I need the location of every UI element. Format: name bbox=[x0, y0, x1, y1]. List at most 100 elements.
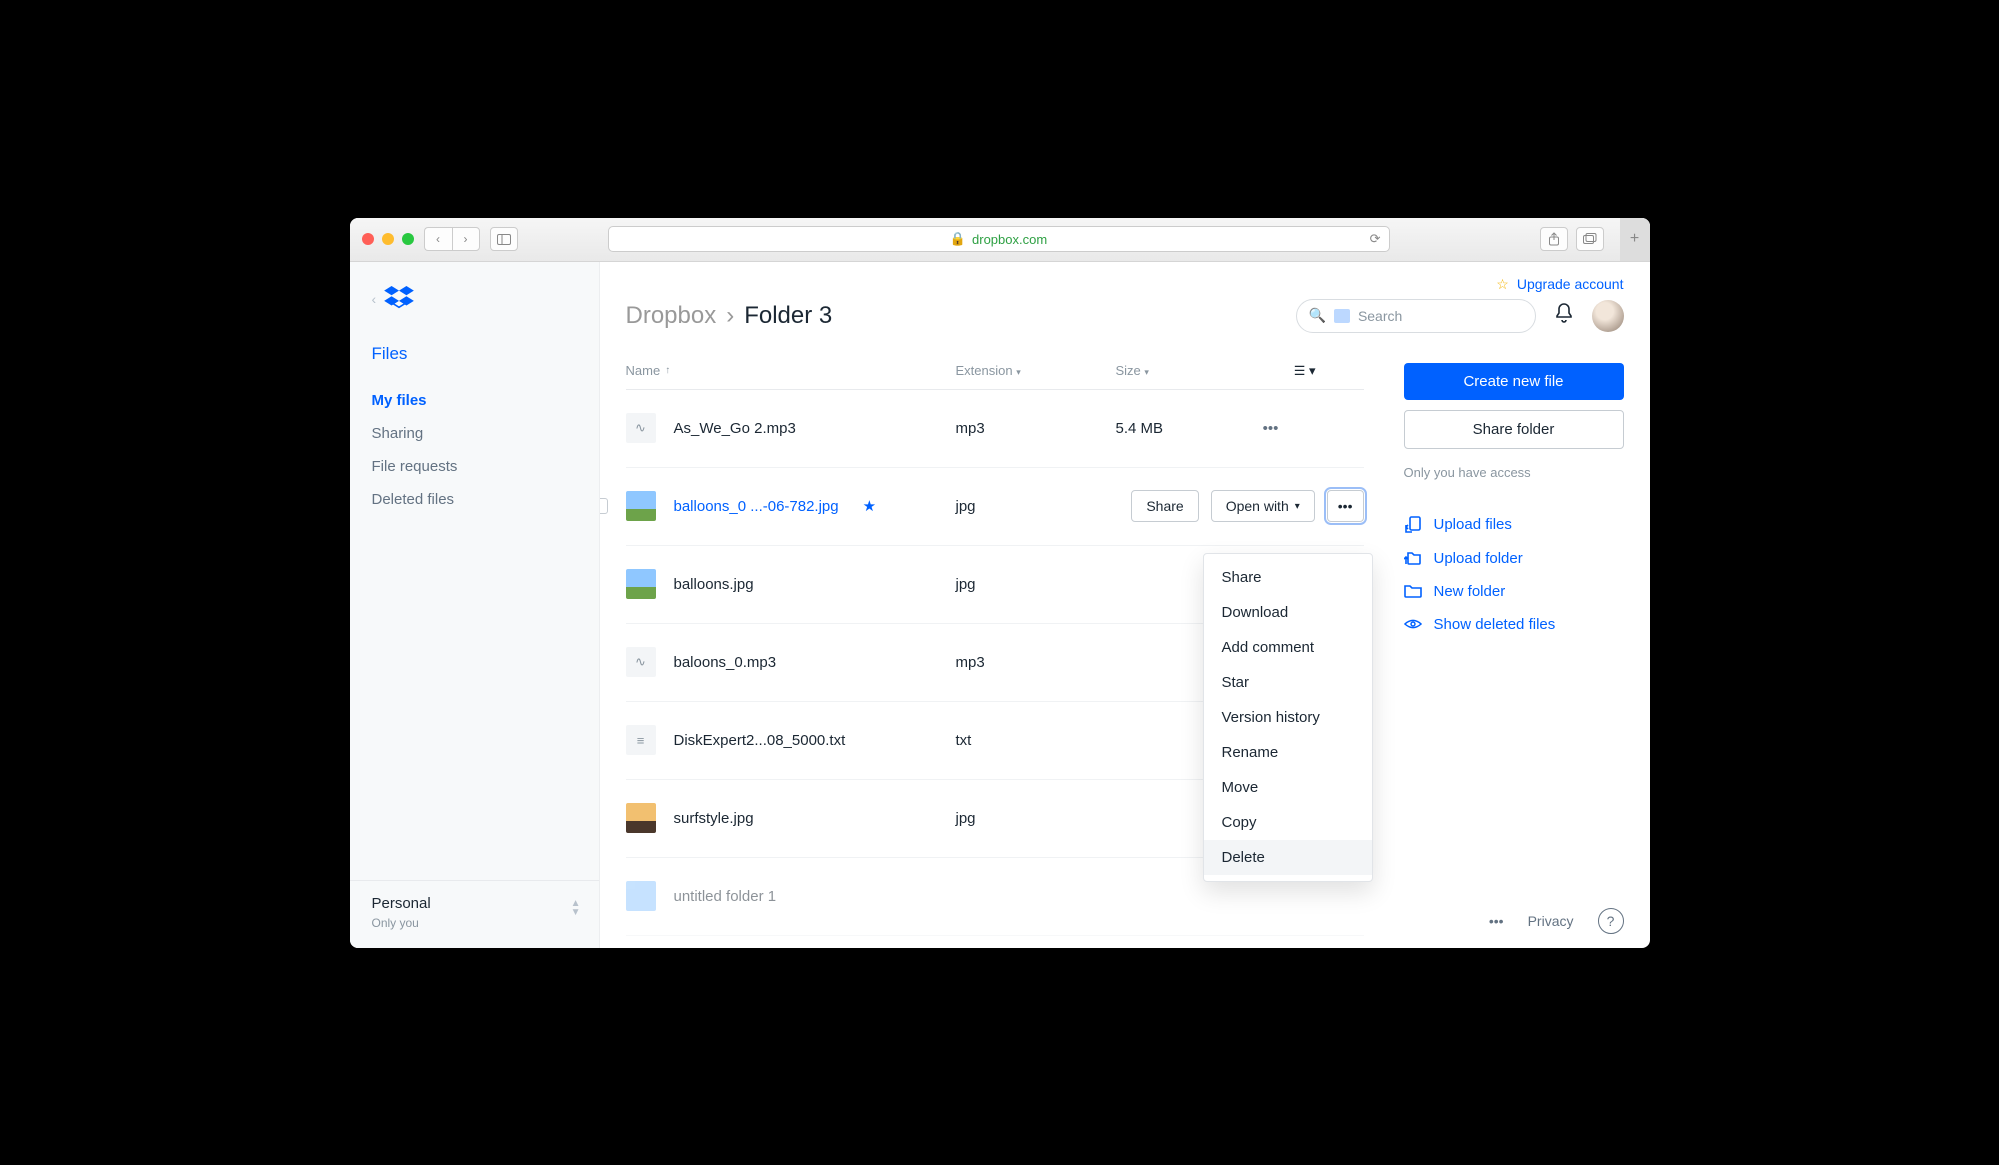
nav-forward-button[interactable]: › bbox=[452, 227, 480, 251]
menu-item-share[interactable]: Share bbox=[1204, 560, 1372, 595]
footer-more-button[interactable]: ••• bbox=[1489, 913, 1504, 929]
menu-item-download[interactable]: Download bbox=[1204, 595, 1372, 630]
file-name: balloons_0 ...-06-782.jpg bbox=[674, 498, 839, 515]
minimize-window-icon[interactable] bbox=[382, 233, 394, 245]
maximize-window-icon[interactable] bbox=[402, 233, 414, 245]
upgrade-account-link[interactable]: Upgrade account bbox=[1517, 276, 1624, 292]
breadcrumb: Dropbox › Folder 3 bbox=[626, 302, 1278, 330]
file-row[interactable]: ∿ As_We_Go 2.mp3 mp3 5.4 MB ••• bbox=[626, 390, 1364, 468]
col-size[interactable]: Size bbox=[1116, 363, 1141, 378]
file-name: As_We_Go 2.mp3 bbox=[674, 420, 796, 437]
updown-icon: ▲▼ bbox=[571, 899, 581, 917]
file-ext: jpg bbox=[956, 810, 1116, 827]
sidebar-item-file-requests[interactable]: File requests bbox=[372, 458, 577, 475]
image-thumb-icon bbox=[626, 569, 656, 599]
chevron-right-icon: › bbox=[726, 302, 734, 330]
breadcrumb-root[interactable]: Dropbox bbox=[626, 302, 717, 330]
share-folder-button[interactable]: Share folder bbox=[1404, 410, 1624, 449]
file-name: baloons_0.mp3 bbox=[674, 654, 777, 671]
audio-icon: ∿ bbox=[626, 647, 656, 677]
right-panel: Create new file Share folder Only you ha… bbox=[1404, 363, 1624, 948]
account-sub: Only you bbox=[372, 916, 577, 930]
sidebar-collapse-icon[interactable]: ‹ bbox=[372, 291, 377, 307]
file-size: 5.4 MB bbox=[1116, 420, 1256, 437]
chevron-down-icon: ▾ bbox=[1016, 367, 1021, 377]
chevron-down-icon: ▾ bbox=[1295, 501, 1300, 512]
star-filled-icon: ★ bbox=[863, 497, 876, 515]
window-controls bbox=[362, 233, 414, 245]
row-checkbox[interactable] bbox=[600, 498, 608, 514]
reload-icon[interactable]: ⟳ bbox=[1370, 231, 1381, 247]
close-window-icon[interactable] bbox=[362, 233, 374, 245]
file-name: surfstyle.jpg bbox=[674, 810, 754, 827]
share-page-button[interactable] bbox=[1540, 227, 1568, 251]
avatar[interactable] bbox=[1592, 300, 1624, 332]
folder-icon bbox=[626, 881, 656, 911]
file-row[interactable]: balloons_0 ...-06-782.jpg ★ jpg Share Ope… bbox=[626, 468, 1364, 546]
upload-folder-icon bbox=[1404, 550, 1422, 566]
access-text: Only you have access bbox=[1404, 465, 1624, 480]
address-bar[interactable]: 🔒 dropbox.com ⟳ bbox=[608, 226, 1390, 252]
menu-item-copy[interactable]: Copy bbox=[1204, 805, 1372, 840]
footer: ••• Privacy ? bbox=[1489, 908, 1624, 934]
browser-toolbar: ‹ › 🔒 dropbox.com ⟳ + bbox=[350, 218, 1650, 262]
menu-item-version-history[interactable]: Version history bbox=[1204, 700, 1372, 735]
lock-icon: 🔒 bbox=[950, 231, 966, 247]
row-more-button[interactable]: ••• bbox=[1327, 490, 1364, 522]
upload-folder-link[interactable]: Upload folder bbox=[1404, 542, 1624, 575]
upload-file-icon bbox=[1404, 516, 1422, 534]
menu-item-add-comment[interactable]: Add comment bbox=[1204, 630, 1372, 665]
sidebar-item-sharing[interactable]: Sharing bbox=[372, 425, 577, 442]
col-extension[interactable]: Extension bbox=[956, 363, 1013, 378]
file-ext: txt bbox=[956, 732, 1116, 749]
file-ext: mp3 bbox=[956, 654, 1116, 671]
app-content: ‹ Files My files Sharing File requests D… bbox=[350, 262, 1650, 948]
file-ext: mp3 bbox=[956, 420, 1116, 437]
menu-item-rename[interactable]: Rename bbox=[1204, 735, 1372, 770]
search-icon: 🔍 bbox=[1309, 307, 1326, 324]
sort-asc-icon: ↑ bbox=[665, 365, 670, 376]
folder-icon bbox=[1404, 584, 1422, 598]
help-button[interactable]: ? bbox=[1598, 908, 1624, 934]
new-folder-link[interactable]: New folder bbox=[1404, 575, 1624, 608]
menu-item-move[interactable]: Move bbox=[1204, 770, 1372, 805]
sidebar-item-deleted-files[interactable]: Deleted files bbox=[372, 491, 577, 508]
image-thumb-icon bbox=[626, 803, 656, 833]
share-button[interactable]: Share bbox=[1131, 490, 1198, 522]
file-ext: jpg bbox=[956, 498, 1116, 515]
file-ext: jpg bbox=[956, 576, 1116, 593]
eye-icon bbox=[1404, 618, 1422, 630]
show-deleted-link[interactable]: Show deleted files bbox=[1404, 608, 1624, 641]
view-toggle-button[interactable]: ☰ ▾ bbox=[1294, 363, 1316, 378]
audio-icon: ∿ bbox=[626, 413, 656, 443]
main-panel: ☆ Upgrade account Dropbox › Folder 3 🔍 S… bbox=[600, 262, 1650, 948]
search-input[interactable]: 🔍 Search bbox=[1296, 299, 1536, 333]
search-scope-folder-icon bbox=[1334, 309, 1350, 323]
sidebar-item-my-files[interactable]: My files bbox=[372, 392, 577, 409]
dropbox-logo-icon bbox=[384, 286, 414, 312]
star-icon: ☆ bbox=[1496, 276, 1509, 293]
account-switcher[interactable]: Personal Only you ▲▼ bbox=[350, 880, 599, 948]
context-menu: Share Download Add comment Star Version … bbox=[1203, 553, 1373, 882]
file-listing: Name ↑ Extension ▾ Size ▾ ☰ ▾ ∿ As_We_Go … bbox=[626, 363, 1364, 948]
menu-item-star[interactable]: Star bbox=[1204, 665, 1372, 700]
search-placeholder: Search bbox=[1358, 308, 1402, 324]
open-with-button[interactable]: Open with ▾ bbox=[1211, 490, 1315, 522]
upload-files-link[interactable]: Upload files bbox=[1404, 508, 1624, 542]
file-name: balloons.jpg bbox=[674, 576, 754, 593]
sidebar-section-files[interactable]: Files bbox=[350, 334, 599, 374]
create-new-file-button[interactable]: Create new file bbox=[1404, 363, 1624, 400]
text-icon: ≡ bbox=[626, 725, 656, 755]
chevron-down-icon: ▾ bbox=[1144, 367, 1149, 377]
sidebar-toggle-button[interactable] bbox=[490, 227, 518, 251]
notifications-button[interactable] bbox=[1554, 302, 1574, 329]
nav-back-button[interactable]: ‹ bbox=[424, 227, 452, 251]
tabs-button[interactable] bbox=[1576, 227, 1604, 251]
image-thumb-icon bbox=[626, 491, 656, 521]
sidebar: ‹ Files My files Sharing File requests D… bbox=[350, 262, 600, 948]
privacy-link[interactable]: Privacy bbox=[1528, 913, 1574, 929]
new-tab-button[interactable]: + bbox=[1620, 218, 1650, 262]
col-name[interactable]: Name bbox=[626, 363, 661, 378]
row-more-button[interactable]: ••• bbox=[1256, 420, 1286, 437]
menu-item-delete[interactable]: Delete bbox=[1204, 840, 1372, 875]
